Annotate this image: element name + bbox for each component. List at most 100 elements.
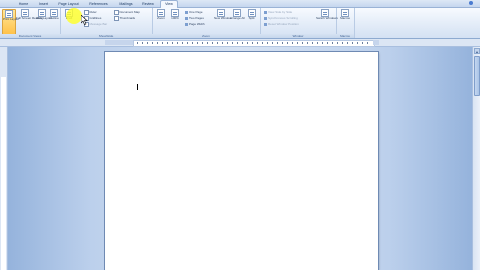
document-page[interactable] [105, 52, 378, 270]
ruler-tick [227, 42, 228, 44]
ruler-tick [162, 42, 163, 44]
arrange-all-button[interactable]: Arrange All [230, 9, 245, 33]
zoom-button[interactable]: Zoom [155, 9, 167, 33]
macros-button[interactable]: Macros [338, 9, 352, 33]
tab-mailings[interactable]: Mailings [116, 1, 136, 7]
print-layout-icon [5, 10, 13, 18]
tab-home[interactable]: Home [17, 1, 30, 7]
page-width-button[interactable]: Page Width [185, 22, 205, 26]
ruler-tick [297, 42, 298, 44]
switch-windows-label: Switch Windows [316, 16, 338, 20]
arrange-all-icon [233, 9, 241, 17]
web-layout-label: Web Layout [36, 16, 52, 20]
macros-icon [341, 9, 349, 17]
help-icon[interactable] [467, 1, 475, 6]
page-width-label: Page Width [189, 22, 205, 26]
outline-button[interactable]: Outline [49, 9, 59, 33]
ruler-tick [217, 42, 218, 44]
ruler-tick [137, 42, 138, 44]
new-window-label: New Window [214, 16, 232, 20]
synchronous-scrolling-label: Synchronous Scrolling [268, 16, 298, 20]
new-window-button[interactable]: New Window [214, 9, 232, 33]
ribbon-tab-strip: Home Insert Page Layout References Maili… [0, 0, 480, 8]
scrollbar-thumb[interactable] [474, 56, 480, 96]
ruler-tick [292, 42, 293, 44]
ruler-tick [302, 42, 303, 44]
ruler-tick [247, 42, 248, 44]
vertical-ruler-text-area [1, 77, 6, 270]
ruler-tick [337, 42, 338, 44]
ruler-tick [272, 42, 273, 44]
document-views-group-label: Document Views [0, 34, 60, 38]
ruler-tick [327, 42, 328, 44]
ruler-tick [207, 42, 208, 44]
view-side-by-side-button[interactable]: View Side by Side [264, 10, 292, 14]
macros-group-label: Macros [336, 34, 354, 38]
print-layout-label: Print Layout [3, 17, 20, 21]
ruler-tick [197, 42, 198, 44]
ruler-tick [267, 42, 268, 44]
tab-page-layout[interactable]: Page Layout [56, 1, 81, 7]
reset-window-position-label: Reset Window Position [268, 22, 299, 26]
ruler-tick [142, 42, 143, 44]
cursor-highlight [66, 8, 82, 24]
ruler-tick [347, 42, 348, 44]
document-map-label: Document Map [119, 10, 140, 15]
ruler-checkbox[interactable]: Ruler [84, 10, 97, 15]
switch-windows-icon [320, 9, 329, 17]
ruler-tick [352, 42, 353, 44]
tab-review[interactable]: Review [140, 1, 156, 7]
ruler-tick [147, 42, 148, 44]
ruler-tick [232, 42, 233, 44]
full-screen-reading-button[interactable]: Full Screen Reading [16, 9, 43, 33]
synchronous-scrolling-button[interactable]: Synchronous Scrolling [264, 16, 298, 20]
ruler-tick [242, 42, 243, 44]
horizontal-ruler[interactable] [0, 39, 480, 47]
zoom-group-label: Zoom [152, 34, 260, 38]
arrange-all-label: Arrange All [230, 16, 245, 20]
document-views-group: Print Layout Full Screen Reading Web Lay… [0, 8, 61, 38]
thumbnails-checkbox[interactable]: Thumbnails [114, 16, 135, 21]
split-label: Split [248, 16, 255, 20]
full-screen-reading-icon [21, 9, 29, 17]
ruler-tick [317, 42, 318, 44]
ruler-tick [222, 42, 223, 44]
vertical-ruler[interactable] [0, 47, 8, 270]
mouse-pointer-icon [81, 15, 88, 25]
ruler-tick [357, 42, 358, 44]
ruler-tick [367, 42, 368, 44]
two-pages-label: Two Pages [189, 16, 204, 20]
ruler-tick [287, 42, 288, 44]
two-pages-button[interactable]: Two Pages [185, 16, 204, 20]
ruler-tick [332, 42, 333, 44]
print-layout-button[interactable]: Print Layout [2, 9, 20, 35]
new-window-icon [217, 9, 225, 17]
one-page-button[interactable]: One Page [185, 10, 203, 14]
ruler-tick [157, 42, 158, 44]
switch-windows-button[interactable]: Switch Windows [316, 9, 338, 33]
document-map-checkbox[interactable]: Document Map [114, 10, 140, 15]
reset-window-position-button[interactable]: Reset Window Position [264, 22, 299, 26]
vertical-scrollbar[interactable]: ▴ [472, 47, 480, 270]
tab-references[interactable]: References [86, 1, 111, 7]
macros-group: Macros Macros [336, 8, 355, 38]
split-button[interactable]: Split [246, 9, 257, 33]
ruler-tick [192, 42, 193, 44]
one-page-label: One Page [189, 10, 203, 14]
web-layout-button[interactable]: Web Layout [36, 9, 52, 33]
outline-label: Outline [49, 16, 59, 20]
message-bar-label: Message Bar [89, 22, 108, 27]
zoom-100-button[interactable]: 100% [169, 9, 181, 33]
ruler-left-margin [105, 40, 133, 45]
tab-insert[interactable]: Insert [36, 1, 51, 7]
zoom-group: Zoom 100% One Page Two Pages Page Width … [152, 8, 261, 38]
ruler-right-margin [373, 40, 379, 45]
scroll-up-icon[interactable]: ▴ [474, 48, 480, 54]
ruler-tick [307, 42, 308, 44]
text-caret [137, 84, 138, 90]
ruler-text-area [133, 40, 375, 47]
ruler-tick [252, 42, 253, 44]
web-layout-icon [37, 9, 46, 17]
ruler-tick [187, 42, 188, 44]
tab-view[interactable]: View [160, 0, 178, 8]
